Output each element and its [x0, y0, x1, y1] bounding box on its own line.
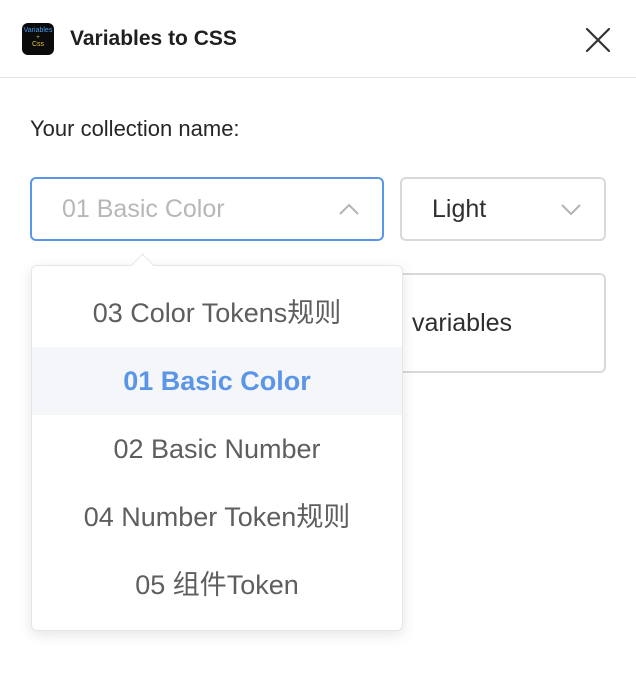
app-logo-icon: Variables + Css — [22, 23, 54, 55]
dropdown-option-selected[interactable]: 01 Basic Color — [32, 347, 402, 415]
dropdown-option[interactable]: 03 Color Tokens规则 — [32, 279, 402, 347]
app-title: Variables to CSS — [70, 27, 237, 50]
collection-select[interactable]: 01 Basic Color — [30, 177, 384, 241]
dropdown-option[interactable]: 05 组件Token — [32, 551, 402, 619]
close-button[interactable] — [583, 25, 613, 55]
mode-select[interactable]: Light — [400, 177, 606, 241]
variables-button-label: variables — [412, 309, 513, 337]
close-icon — [585, 27, 611, 53]
dropdown-arrow — [130, 253, 155, 278]
title-bar: Variables + Css Variables to CSS — [0, 0, 636, 78]
app-logo-line1: Variables — [23, 27, 53, 34]
collection-dropdown: 03 Color Tokens规则 01 Basic Color 02 Basi… — [31, 253, 403, 631]
dropdown-option[interactable]: 04 Number Token规则 — [32, 483, 402, 551]
collection-name-label: Your collection name: — [30, 116, 240, 141]
dropdown-option[interactable]: 02 Basic Number — [32, 415, 402, 483]
app-logo-line3: Css — [31, 41, 45, 48]
variables-button[interactable]: variables — [380, 273, 606, 373]
chevron-down-icon — [561, 204, 581, 216]
mode-select-value: Light — [432, 195, 487, 223]
collection-select-value: 01 Basic Color — [62, 195, 225, 223]
chevron-up-icon — [339, 203, 359, 215]
